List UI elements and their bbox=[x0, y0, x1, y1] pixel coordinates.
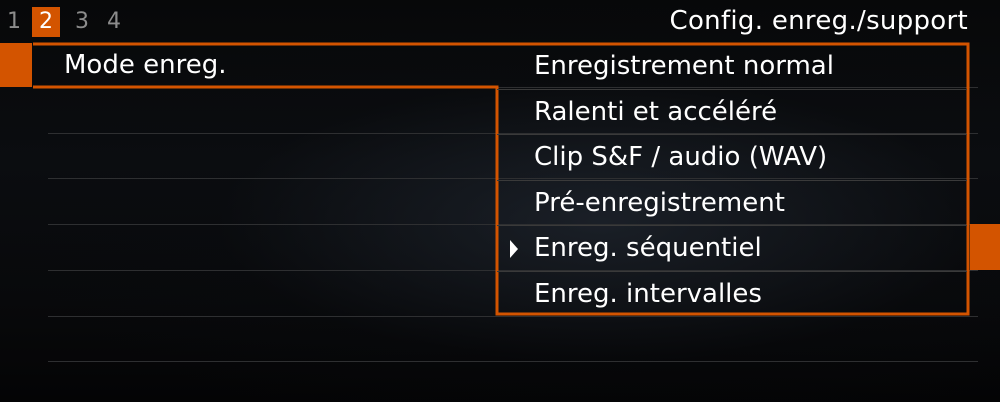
option-label: Enregistrement normal bbox=[534, 51, 834, 81]
menu-page-tabs: 1 2 3 4 bbox=[0, 6, 130, 38]
camera-menu-screen: 1 2 3 4 Config. enreg./support Mode enre… bbox=[0, 0, 1000, 402]
option-label: Ralenti et accéléré bbox=[534, 96, 778, 127]
scroll-position-marker bbox=[970, 224, 1000, 270]
tab-page-3[interactable]: 3 bbox=[66, 7, 98, 37]
option-label: Pré-enregistrement bbox=[534, 187, 785, 218]
page-title: Config. enreg./support bbox=[669, 6, 968, 36]
tab-page-1[interactable]: 1 bbox=[0, 7, 28, 37]
option-sf-clip-audio-wav[interactable]: Clip S&F / audio (WAV) bbox=[497, 135, 967, 181]
option-label: Enreg. séquentiel bbox=[534, 233, 762, 263]
option-normal-recording[interactable]: Enregistrement normal bbox=[497, 44, 967, 90]
triangle-right-icon bbox=[510, 240, 518, 258]
option-pre-recording[interactable]: Pré-enregistrement bbox=[497, 181, 967, 226]
tab-page-4[interactable]: 4 bbox=[98, 7, 130, 37]
option-label: Clip S&F / audio (WAV) bbox=[534, 142, 828, 172]
option-label: Enreg. intervalles bbox=[534, 278, 762, 309]
option-slow-fast-motion[interactable]: Ralenti et accéléré bbox=[497, 90, 967, 135]
setting-label-record-mode[interactable]: Mode enreg. bbox=[64, 46, 226, 84]
option-sequential-recording[interactable]: Enreg. séquentiel bbox=[497, 226, 967, 272]
tab-page-2[interactable]: 2 bbox=[32, 7, 60, 37]
selected-row-marker bbox=[0, 43, 32, 87]
row-divider bbox=[48, 361, 978, 362]
option-interval-recording[interactable]: Enreg. intervalles bbox=[497, 272, 967, 318]
option-list: Enregistrement normal Ralenti et accélér… bbox=[497, 44, 967, 317]
